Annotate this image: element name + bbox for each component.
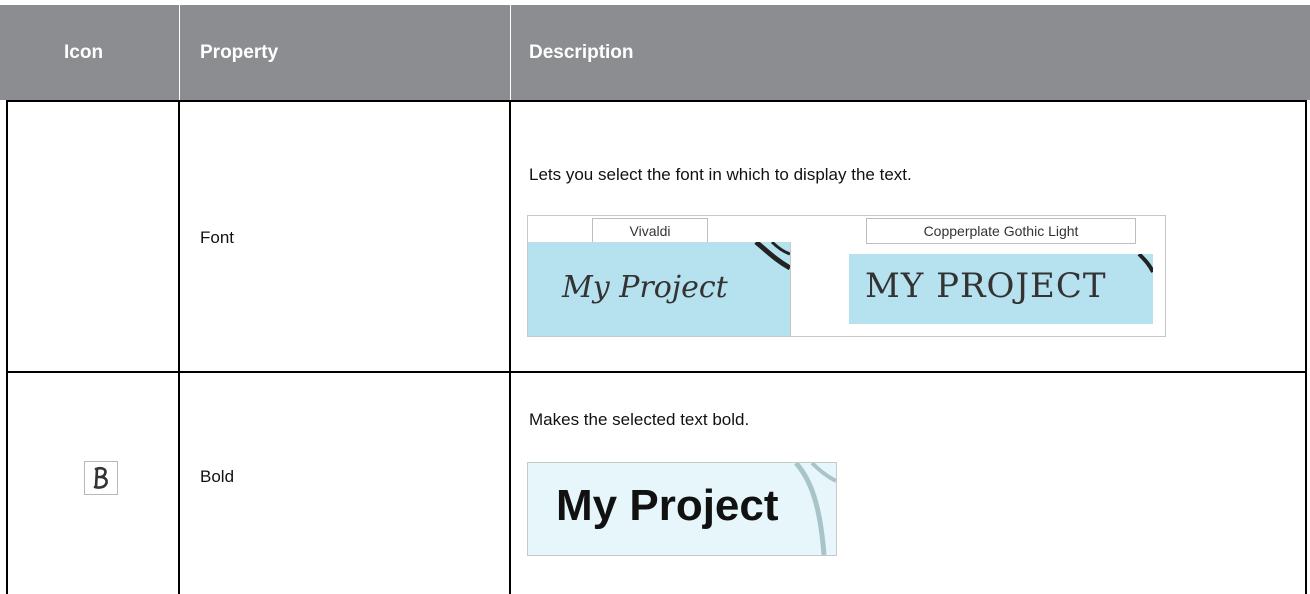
border-right [1305, 100, 1307, 594]
header-divider [510, 5, 511, 100]
property-bold: Bold [200, 467, 235, 486]
header-divider [179, 5, 180, 100]
table-header: Icon Property Description [0, 5, 1310, 100]
header-description: Description [529, 42, 634, 63]
bold-b-icon [93, 466, 108, 489]
properties-table: Icon Property Description Font Lets you … [0, 0, 1310, 594]
bold-example-image: My Project [527, 462, 837, 556]
bold-b-icon[interactable] [84, 461, 118, 495]
sample-vivaldi: My Project [528, 242, 790, 336]
row-separator [6, 371, 1307, 373]
sample-text-bold: My Project [556, 481, 779, 530]
sample-text-copperplate: My Project [865, 266, 1107, 306]
font-label-vivaldi: Vivaldi [592, 218, 708, 244]
description-bold: Makes the selected text bold. [529, 410, 750, 429]
property-font: Font [200, 228, 235, 247]
row-separator [6, 100, 1307, 102]
border-left [6, 100, 8, 594]
column-divider [178, 100, 180, 594]
sample-copperplate: My Project [849, 254, 1153, 324]
font-example-image: Vivaldi Copperplate Gothic Light My Proj… [527, 215, 1166, 337]
font-label-copperplate: Copperplate Gothic Light [866, 218, 1136, 244]
example-divider [790, 242, 791, 336]
description-font: Lets you select the font in which to dis… [529, 165, 912, 184]
header-icon: Icon [64, 42, 104, 63]
header-property: Property [200, 42, 279, 63]
column-divider [509, 100, 511, 594]
sample-text-vivaldi: My Project [562, 270, 728, 305]
